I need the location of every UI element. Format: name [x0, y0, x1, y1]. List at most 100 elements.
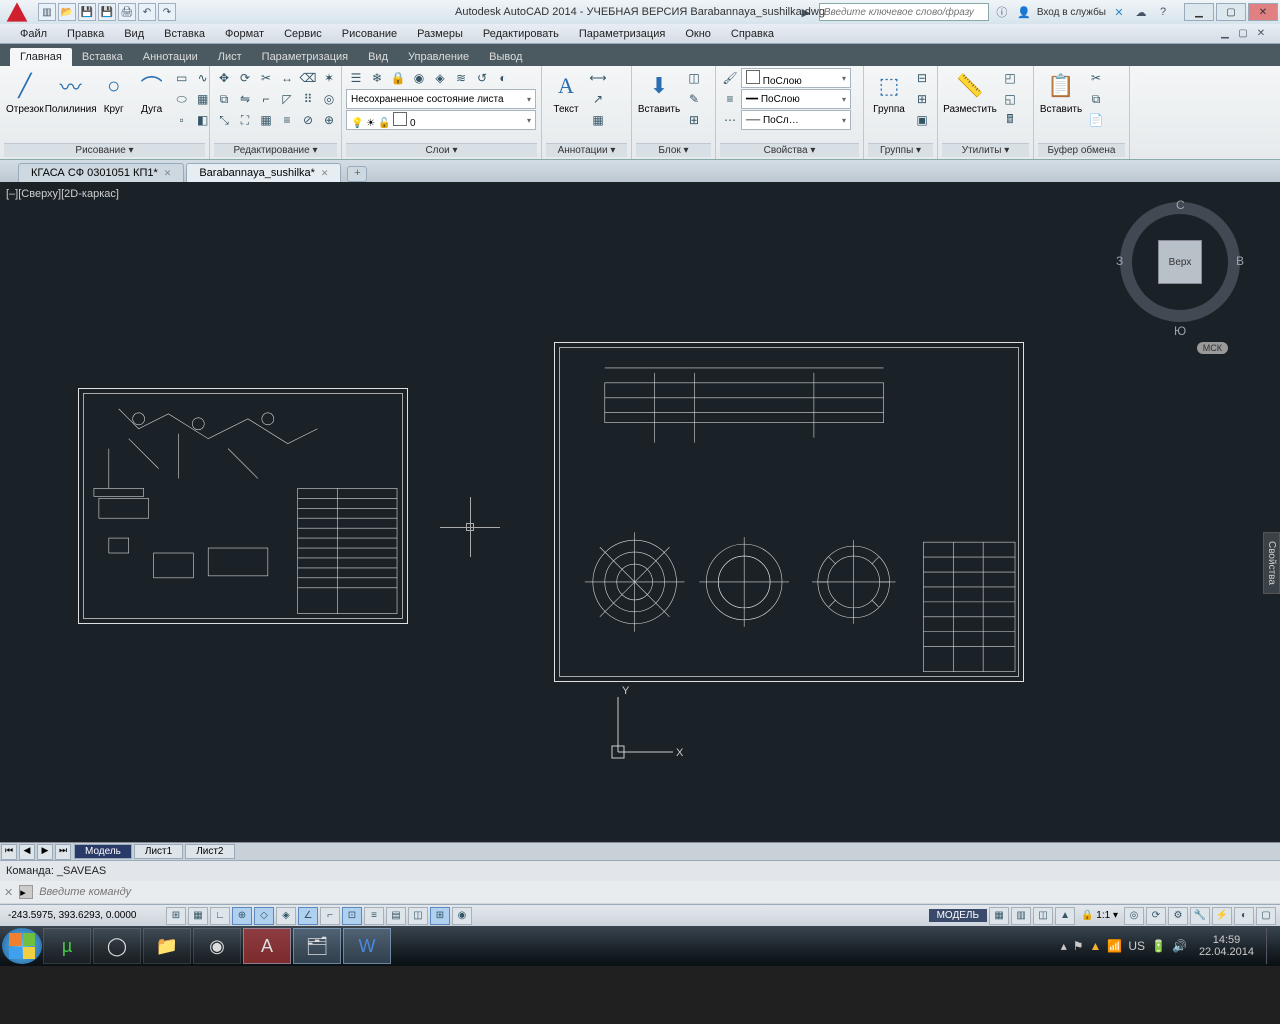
qat-print-icon[interactable]: 🖨	[118, 3, 136, 21]
close-button[interactable]: ✕	[1248, 3, 1278, 21]
menu-file[interactable]: Файл	[10, 28, 57, 40]
extend-icon[interactable]: ↔	[277, 68, 297, 88]
measure-button[interactable]: 📏Разместить	[942, 68, 998, 117]
layout-tab-1[interactable]: Лист1	[134, 844, 183, 859]
scale-icon[interactable]: ⛶	[235, 110, 255, 130]
ellipse-icon[interactable]: ⬭	[172, 89, 192, 109]
sb-ws-icon[interactable]: ⚙	[1168, 907, 1188, 925]
matchprop-icon[interactable]: 🖌	[720, 68, 740, 88]
polar-button[interactable]: ⊕	[232, 907, 252, 925]
infocenter-icon[interactable]: ⓘ	[993, 3, 1011, 21]
ortho-button[interactable]: ∟	[210, 907, 230, 925]
ungroup-icon[interactable]: ⊟	[912, 68, 932, 88]
tray-network-icon[interactable]: 📶	[1107, 939, 1122, 953]
group-title-block[interactable]: Блок ▾	[636, 143, 711, 157]
user-icon[interactable]: 👤	[1015, 3, 1033, 21]
command-line[interactable]: ✕ ▸	[0, 881, 1280, 903]
grid-button[interactable]: ▦	[188, 907, 208, 925]
sb-annoscale-icon[interactable]: ▲	[1055, 907, 1075, 925]
task-folder-icon[interactable]: 🗂	[293, 928, 341, 964]
ltype-icon[interactable]: ⋯	[720, 110, 740, 130]
line-button[interactable]: ╱Отрезок	[4, 68, 46, 117]
chamfer-icon[interactable]: ◸	[277, 89, 297, 109]
tray-battery-icon[interactable]: 🔋	[1151, 939, 1166, 953]
menu-window[interactable]: Окно	[675, 28, 721, 40]
layeriso-icon[interactable]: ◈	[430, 68, 450, 88]
select-icon[interactable]: ◰	[1000, 68, 1020, 88]
sb-clean-icon[interactable]: ▢	[1256, 907, 1276, 925]
point-icon[interactable]: ▫	[172, 110, 192, 130]
qp-button[interactable]: ◫	[408, 907, 428, 925]
menu-dimension[interactable]: Размеры	[407, 28, 473, 40]
ribbon-tab-home[interactable]: Главная	[10, 48, 72, 66]
close-tab-icon[interactable]: ✕	[321, 168, 329, 179]
search-input[interactable]	[819, 3, 989, 21]
tray-volume-icon[interactable]: 🔊	[1172, 939, 1187, 953]
new-tab-button[interactable]: +	[347, 166, 367, 182]
mdi-close-icon[interactable]: ✕	[1252, 28, 1270, 39]
arc-button[interactable]: ⌒Дуга	[134, 68, 170, 117]
mirror-icon[interactable]: ⇋	[235, 89, 255, 109]
layout-tab-2[interactable]: Лист2	[185, 844, 234, 859]
move-icon[interactable]: ✥	[214, 68, 234, 88]
layout-nav-first[interactable]: ⏮	[1, 844, 17, 860]
tpy-button[interactable]: ▤	[386, 907, 406, 925]
group-button[interactable]: ⬚Группа	[868, 68, 910, 117]
attr-icon[interactable]: ⊞	[684, 110, 704, 130]
help-icon[interactable]: ?	[1154, 3, 1172, 21]
break-icon[interactable]: ⊘	[298, 110, 318, 130]
cloud-icon[interactable]: ☁	[1132, 3, 1150, 21]
tray-up-icon[interactable]: ▴	[1061, 939, 1067, 953]
osnap-button[interactable]: ◇	[254, 907, 274, 925]
viewcube-south[interactable]: Ю	[1174, 324, 1186, 338]
leader-icon[interactable]: ↗	[588, 89, 608, 109]
sb-quickview-icon[interactable]: ▥	[1011, 907, 1031, 925]
ribbon-tab-parametric[interactable]: Параметризация	[252, 48, 358, 66]
sb-grid-icon[interactable]: ▦	[989, 907, 1009, 925]
calc-icon[interactable]: 🖩	[1000, 110, 1020, 130]
layerfreeze-icon[interactable]: ❄	[367, 68, 387, 88]
ribbon-tab-insert[interactable]: Вставка	[72, 48, 133, 66]
qat-redo-icon[interactable]: ↷	[158, 3, 176, 21]
viewcube-west[interactable]: З	[1116, 254, 1123, 268]
layerprops-icon[interactable]: ☰	[346, 68, 366, 88]
rect-icon[interactable]: ▭	[172, 68, 192, 88]
tray-lang[interactable]: US	[1128, 939, 1145, 953]
menu-parametric[interactable]: Параметризация	[569, 28, 675, 40]
qat-save-icon[interactable]: 💾	[78, 3, 96, 21]
trim-icon[interactable]: ✂	[256, 68, 276, 88]
view-label[interactable]: [–][Сверху][2D-каркас]	[6, 188, 119, 200]
dim-icon[interactable]: ⟷	[588, 68, 608, 88]
ribbon-tab-annotate[interactable]: Аннотации	[133, 48, 208, 66]
annotation-scale[interactable]: 🔒 1:1 ▾	[1077, 910, 1122, 921]
model-indicator[interactable]: МОДЕЛЬ	[929, 909, 987, 922]
text-button[interactable]: AТекст	[546, 68, 586, 117]
tray-flag-icon[interactable]: ⚑	[1073, 939, 1084, 953]
layout-nav-last[interactable]: ⏭	[55, 844, 71, 860]
tray-gdrive-icon[interactable]: ▲	[1090, 939, 1102, 953]
create-block-icon[interactable]: ◫	[684, 68, 704, 88]
sb-toolbar-icon[interactable]: 🔧	[1190, 907, 1210, 925]
task-word-icon[interactable]: W	[343, 928, 391, 964]
am-button[interactable]: ◉	[452, 907, 472, 925]
paste-button[interactable]: 📋Вставить	[1038, 68, 1084, 117]
polyline-button[interactable]: 〰Полилиния	[48, 68, 94, 117]
task-explorer-icon[interactable]: 📁	[143, 928, 191, 964]
menu-edit[interactable]: Правка	[57, 28, 114, 40]
lweight-combo[interactable]: ━━ ПоСлою▾	[741, 89, 851, 109]
offset-icon[interactable]: ◎	[319, 89, 339, 109]
qat-saveas-icon[interactable]: 💾	[98, 3, 116, 21]
snap-button[interactable]: ⊞	[166, 907, 186, 925]
insert-button[interactable]: ⬇Вставить	[636, 68, 682, 117]
dyn-button[interactable]: ⊡	[342, 907, 362, 925]
group-title-props[interactable]: Свойства ▾	[720, 143, 859, 157]
menu-view[interactable]: Вид	[114, 28, 154, 40]
ribbon-tab-manage[interactable]: Управление	[398, 48, 479, 66]
start-button[interactable]	[2, 928, 42, 964]
sc-button[interactable]: ⊞	[430, 907, 450, 925]
properties-panel-tab[interactable]: Свойства	[1263, 532, 1280, 594]
qselect-icon[interactable]: ◱	[1000, 89, 1020, 109]
layout-nav-prev[interactable]: ◀	[19, 844, 35, 860]
table-icon[interactable]: ▦	[588, 110, 608, 130]
edit-block-icon[interactable]: ✎	[684, 89, 704, 109]
